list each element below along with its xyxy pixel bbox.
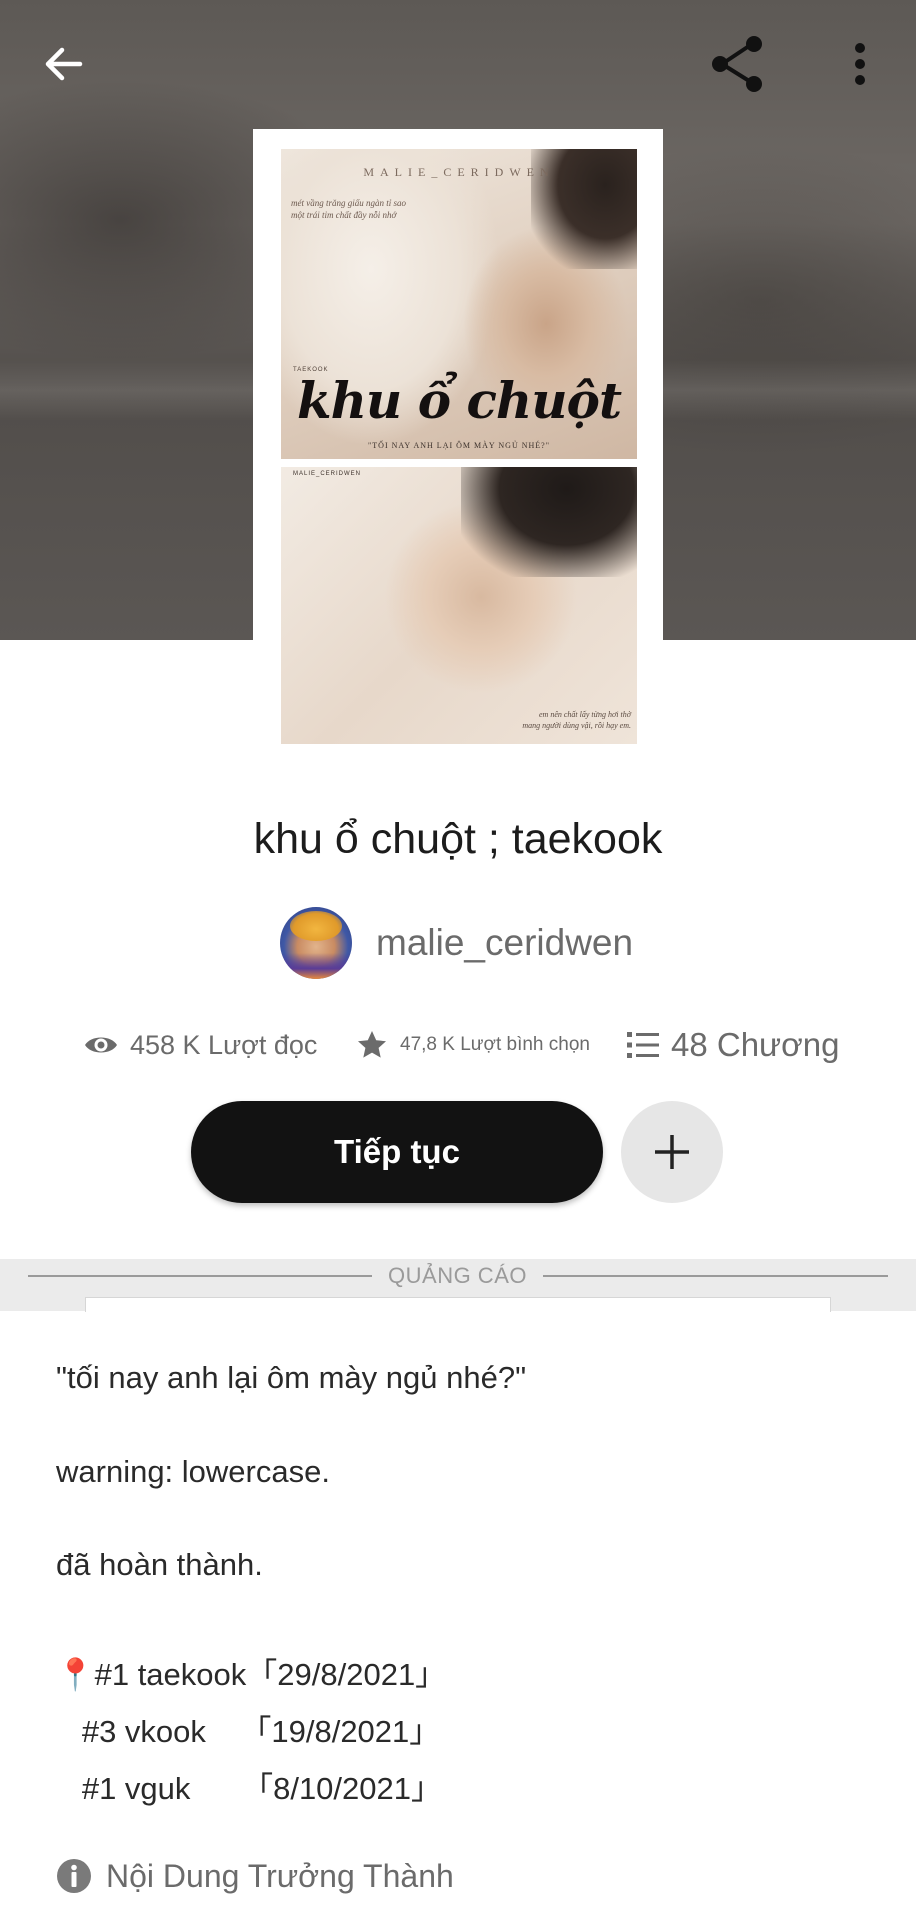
ad-divider-left (28, 1275, 372, 1277)
cover-quote-bottom: em nên chất lấy từng hơi thở mang người … (522, 710, 631, 730)
more-options-button[interactable] (824, 28, 896, 100)
eye-icon (84, 1033, 118, 1057)
cover-author-small: MALIE_CERIDWEN (293, 471, 362, 477)
ranking-line: #3 vkook 「19/8/2021」 (56, 1714, 441, 1749)
continue-label: Tiếp tục (334, 1133, 460, 1170)
cover-title-text: khu ổ chuột (296, 371, 622, 430)
description-line: đã hoàn thành. (56, 1547, 263, 1582)
cover-photo-bottom (281, 467, 637, 744)
author-link[interactable]: malie_ceridwen (280, 907, 633, 979)
description-line: "tối nay anh lại ôm mày ngủ nhé?" (56, 1360, 527, 1395)
info-icon (56, 1858, 92, 1894)
author-name[interactable]: malie_ceridwen (376, 922, 633, 964)
ad-banner: QUẢNG CÁO (0, 1259, 916, 1312)
continue-reading-button[interactable]: Tiếp tục (191, 1101, 603, 1203)
parts-count: 48 Chương (671, 1026, 840, 1063)
story-cover[interactable]: MALIE_CERIDWEN mét vầng trăng giấu ngàn … (253, 129, 663, 754)
more-vertical-icon (855, 43, 865, 85)
story-title: khu ổ chuột ; taekook (253, 815, 663, 863)
mature-content-notice: Nội Dung Trưởng Thành (56, 1852, 454, 1900)
cover-subtitle-text: "TỐI NAY ANH LẠI ÔM MÀY NGỦ NHÉ?" (368, 441, 550, 450)
votes-count: 47,8 K Lượt bình chọn (400, 1034, 590, 1055)
share-icon (712, 36, 762, 92)
star-icon (356, 1029, 388, 1061)
add-to-library-button[interactable] (621, 1101, 723, 1203)
ad-label: QUẢNG CÁO (388, 1263, 527, 1288)
ad-divider-right (543, 1275, 888, 1277)
description-line: warning: lowercase. (56, 1454, 330, 1489)
reads-stat: 458 K Lượt đọc (84, 1015, 317, 1075)
mature-label: Nội Dung Trưởng Thành (106, 1857, 454, 1894)
cover-quote-top: mét vầng trăng giấu ngàn tỉ sao một trái… (291, 198, 406, 220)
share-button[interactable] (702, 28, 774, 100)
back-button[interactable] (28, 28, 100, 100)
author-avatar[interactable] (280, 907, 352, 979)
votes-stat: 47,8 K Lượt bình chọn (356, 1015, 590, 1075)
ranking-line: 📍#1 taekook「29/8/2021」 (56, 1657, 447, 1692)
list-icon (627, 1031, 659, 1059)
cover-author-text: MALIE_CERIDWEN (363, 165, 555, 179)
story-details-page: MALIE_CERIDWEN mét vầng trăng giấu ngàn … (0, 0, 916, 1920)
ranking-line: #1 vguk 「8/10/2021」 (56, 1771, 443, 1806)
story-stats: 458 K Lượt đọc 47,8 K Lượt bình chọn 48 … (0, 1015, 916, 1075)
reads-count: 458 K Lượt đọc (130, 1029, 318, 1060)
cover-image: MALIE_CERIDWEN mét vầng trăng giấu ngàn … (281, 149, 637, 744)
arrow-left-icon (45, 47, 83, 81)
plus-icon (655, 1135, 689, 1169)
parts-stat[interactable]: 48 Chương (627, 1015, 840, 1075)
ad-slot[interactable] (85, 1297, 831, 1312)
